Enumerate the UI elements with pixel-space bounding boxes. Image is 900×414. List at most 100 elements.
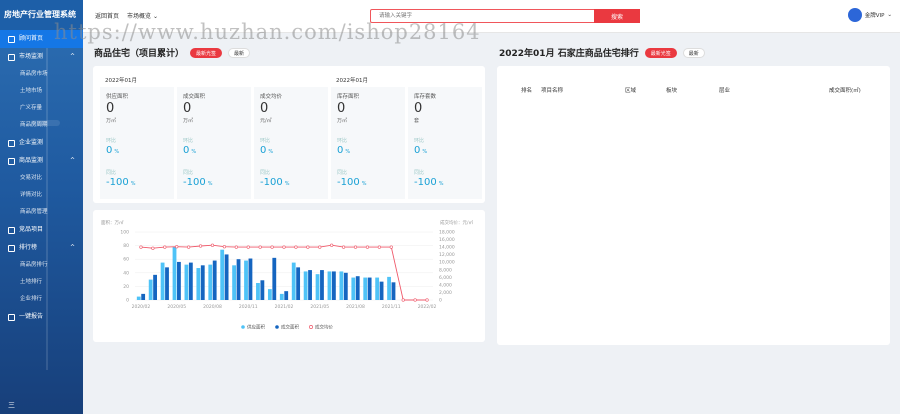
bar-deal [153, 274, 157, 300]
bar-supply [196, 268, 201, 300]
price-point [210, 243, 215, 247]
sidebar-item-4[interactable]: 竞品项目 [0, 221, 83, 239]
kpi-label: 库存面积 [337, 94, 360, 100]
market-menu[interactable]: 市场概览 ⌄ [127, 11, 158, 20]
price-point [306, 245, 310, 249]
bar-deal [367, 277, 372, 300]
col-district[interactable]: 区域 [625, 86, 636, 94]
sidebar-item-6[interactable]: 一键报告 [0, 308, 83, 326]
bar-deal [308, 270, 312, 300]
sidebar-subitem[interactable]: 企业排行 [0, 291, 83, 308]
kpi-tile: 库存套数 0 套环比 0% 同比 -100% [408, 87, 482, 199]
sidebar-item-0[interactable]: 顾问首页 [0, 30, 83, 48]
filter-pill-latest[interactable]: 最新 [228, 47, 251, 58]
ranking-table [497, 66, 890, 345]
kpi-tile: 库存面积 0 万㎡ 环比 0% 同比 -100% [331, 87, 405, 199]
sidebar-item-1[interactable]: 市场监测 ^ [0, 48, 83, 66]
supply-deal-chart: 面积：万㎡ 成交均价：元/㎡ 0 20 40 60 80 100 0 2,000 4,0006,00… [101, 219, 474, 331]
y-tick-label: 60 [123, 257, 129, 263]
price-point [377, 245, 381, 249]
col-business[interactable]: 层业 [719, 86, 730, 94]
bar-supply [339, 271, 344, 300]
kpi-yoy-pct: % [284, 181, 290, 187]
kpi-yoy-label: 同比 [183, 170, 194, 176]
bar-supply [172, 246, 177, 300]
x-tick-label: 2020/05 [167, 304, 186, 310]
legend-marker [241, 325, 245, 329]
y2-axis-title: 成交均价：元/㎡ [440, 219, 474, 226]
sidebar-subitem[interactable]: 商品房市场 [0, 66, 83, 83]
price-point [342, 245, 346, 249]
sidebar-subitem[interactable]: 商品房管理 [0, 204, 83, 221]
bar-supply [327, 271, 332, 300]
price-point [234, 245, 238, 249]
sidebar-subitem[interactable]: 土地市场 [0, 83, 83, 100]
bar-deal [296, 267, 301, 300]
kpi-card: 2022年01月 2022年01月 供应面积 0 万㎡ 环比 0% 同比 -100% 成交面积… [93, 66, 485, 203]
kpi-unit: 套 [414, 118, 420, 124]
kpi-date-left: 2022年01月 [105, 78, 137, 84]
kpi-tile: 成交均价 0 元/㎡ 环比 0% 同比 -100% [254, 87, 328, 199]
bar-supply [303, 271, 308, 300]
kpi-mom-value: 0 [183, 145, 190, 156]
app-title: 房地产行业管理系统 [0, 0, 83, 30]
y2-tick-label: 10,000 [439, 260, 455, 266]
kpi-mom-label: 环比 [414, 138, 425, 144]
kpi-yoy-label: 同比 [106, 170, 117, 176]
price-point [222, 245, 226, 249]
sidebar-subitem[interactable]: 土地排行 [0, 274, 83, 291]
bar-deal [331, 271, 336, 300]
sidebar-item-label: 排行榜 [19, 244, 38, 251]
sidebar-item-5[interactable]: 排行榜 ^ [0, 239, 83, 257]
price-point [413, 298, 417, 302]
kpi-mom: 0% [183, 145, 196, 156]
bar-supply [220, 249, 225, 300]
bar-supply [315, 274, 320, 300]
sidebar-subitem[interactable]: 商品房排行 [0, 257, 83, 274]
sidebar-subitem[interactable]: 商品房周期 [0, 117, 83, 134]
left-panel-title: 商品住宅（项目累计） [94, 49, 185, 59]
sidebar-subitem[interactable]: 广义存量 [0, 100, 83, 117]
bar-supply [279, 293, 284, 300]
col-block[interactable]: 板块 [666, 86, 677, 94]
sidebar-nav: 顾问首页市场监测 ^ 商品房市场 土地市场 广义存量 商品房周期 企业监测 商品监测 ^ 交易对比… [0, 30, 83, 326]
left-panel-header: 商品住宅（项目累计） 最新光签 最新 [94, 46, 251, 59]
home-link[interactable]: 返回首页 [95, 11, 119, 20]
kpi-label: 成交面积 [183, 94, 206, 100]
kpi-mom-pct: % [345, 149, 351, 155]
sidebar-item-label: 顾问首页 [19, 35, 44, 42]
sidebar-subitem[interactable]: 详情对比 [0, 187, 83, 204]
sidebar-item-label: 商品监测 [19, 157, 44, 164]
kpi-yoy-pct: % [361, 181, 367, 187]
kpi-value: 0 [183, 101, 192, 116]
kpi-yoy: -100% [414, 177, 443, 188]
kpi-mom-value: 0 [414, 145, 421, 156]
building-icon [8, 139, 15, 147]
sidebar-item-2[interactable]: 企业监测 [0, 134, 83, 152]
kpi-date-right: 2022年01月 [336, 78, 368, 84]
y2-tick-label: 2,000 [439, 290, 452, 296]
kpi-yoy-label: 同比 [337, 170, 348, 176]
ranking-icon [8, 244, 15, 252]
kpi-yoy: -100% [260, 177, 289, 188]
col-deal-area-label: 成交面积(㎡) [829, 88, 861, 94]
sidebar-item-3[interactable]: 商品监测 ^ [0, 152, 83, 170]
filter-pill-active[interactable]: 最新光签 [190, 47, 223, 58]
kpi-mom-pct: % [268, 149, 274, 155]
sidebar-subitem[interactable]: 交易对比 [0, 170, 83, 187]
sort-chevron-icon: ⌄ [829, 86, 834, 92]
col-project[interactable]: 项目名称 [541, 86, 563, 94]
kpi-yoy-value: -100 [106, 177, 129, 188]
x-tick-label: 2020/11 [239, 304, 258, 310]
bar-deal [141, 293, 146, 300]
sidebar-item-label: 一键报告 [19, 313, 44, 320]
bar-deal [320, 270, 324, 300]
kpi-unit: 万㎡ [337, 118, 348, 124]
y2-tick-label: 8,000 [439, 267, 452, 273]
y-tick-label: 80 [123, 243, 129, 249]
bar-supply [351, 277, 356, 300]
price-point [282, 245, 286, 249]
menu-toggle-icon[interactable]: 三 [8, 400, 15, 410]
kpi-yoy-value: -100 [337, 177, 360, 188]
col-rank[interactable]: 排名 [521, 86, 532, 94]
